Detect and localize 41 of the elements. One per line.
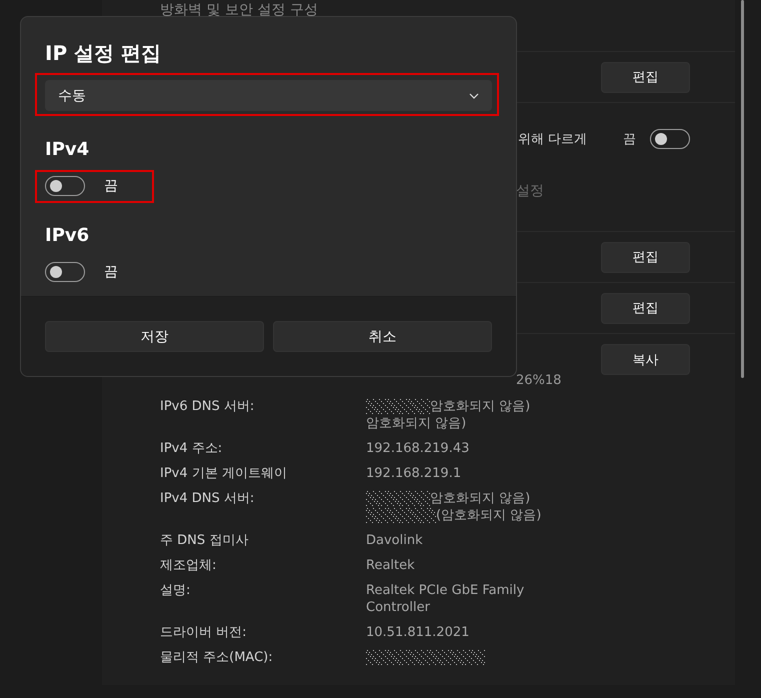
property-value: 192.168.219.1 bbox=[366, 465, 462, 482]
copy-button[interactable]: 복사 bbox=[601, 344, 690, 375]
property-value: Realtek PCIe GbE Family bbox=[366, 582, 524, 599]
property-label: 설명: bbox=[160, 583, 190, 598]
property-value: 암호화되지 않음) bbox=[366, 415, 466, 432]
property-label: IPv4 기본 게이트웨이 bbox=[160, 466, 287, 481]
section-heading: IPv4 bbox=[45, 138, 90, 162]
toggle-state-label: 끔 bbox=[104, 177, 118, 195]
property-label: 물리적 주소(MAC): bbox=[160, 650, 273, 665]
section-description: 방화벽 및 보안 설정 구성 bbox=[160, 2, 318, 18]
property-value: 암호화되지 않음) bbox=[430, 490, 530, 507]
dialog-button[interactable]: 취소 bbox=[273, 321, 492, 352]
toggle-state-label: 끔 bbox=[623, 131, 636, 148]
scrollbar-thumb[interactable] bbox=[741, 0, 744, 378]
property-label: 제조업체: bbox=[160, 558, 216, 573]
toggle-switch[interactable] bbox=[45, 262, 85, 282]
property-value: 암호화되지 않음) bbox=[430, 398, 530, 415]
edit-button[interactable]: 편집 bbox=[601, 242, 690, 272]
property-value: Controller bbox=[366, 599, 430, 616]
property-label: 드라이버 버전: bbox=[160, 625, 247, 640]
property-value: 192.168.219.43 bbox=[366, 440, 470, 457]
toggle-state-label: 끔 bbox=[104, 263, 118, 281]
property-value: Davolink bbox=[366, 532, 423, 549]
section-heading: IPv6 bbox=[45, 224, 90, 248]
edit-button[interactable]: 편집 bbox=[601, 62, 690, 92]
property-value: (암호화되지 않음) bbox=[436, 507, 542, 524]
toggle-switch[interactable] bbox=[650, 129, 690, 149]
property-label: IPv4 주소: bbox=[160, 441, 222, 456]
chevron-down-icon bbox=[469, 92, 479, 98]
toggle-switch[interactable] bbox=[45, 176, 85, 196]
dialog-button[interactable]: 저장 bbox=[45, 321, 264, 352]
dialog-title: IP 설정 편집 bbox=[45, 40, 162, 67]
property-label: IPv6 DNS 서버: bbox=[160, 399, 254, 414]
setting-description: 위해 다르게 bbox=[518, 131, 587, 148]
property-label: 주 DNS 접미사 bbox=[160, 533, 248, 548]
property-value: Realtek bbox=[366, 557, 415, 574]
property-label: IPv4 DNS 서버: bbox=[160, 491, 254, 506]
property-value: 10.51.811.2021 bbox=[366, 624, 470, 641]
property-value: 26%18 bbox=[516, 373, 562, 388]
edit-button[interactable]: 편집 bbox=[601, 292, 690, 324]
mode-dropdown[interactable]: 수동 bbox=[45, 80, 492, 111]
